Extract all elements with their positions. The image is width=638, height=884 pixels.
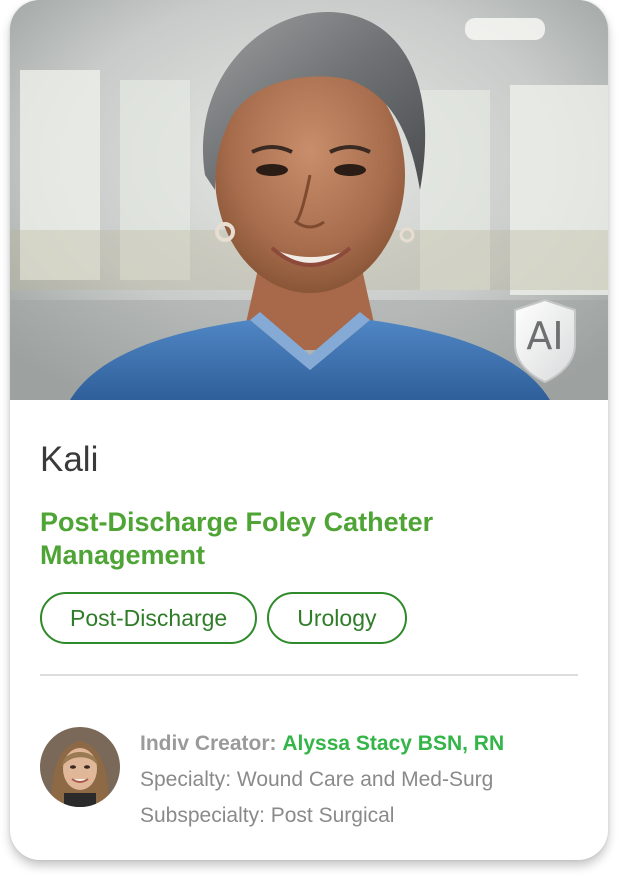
persona-card[interactable]: AI Kali Post-Discharge Foley Catheter Ma… (10, 0, 608, 860)
tag-post-discharge[interactable]: Post-Discharge (40, 592, 258, 644)
persona-name: Kali (40, 440, 99, 479)
creator-avatar[interactable] (40, 727, 120, 807)
ai-label: AI (526, 314, 564, 358)
tag-urology[interactable]: Urology (267, 592, 407, 644)
divider (40, 674, 578, 676)
tag-list: Post-Discharge Urology (40, 592, 578, 644)
ai-shield-badge: AI (512, 298, 578, 384)
creator-subspecialty: Subspecialty: Post Surgical (140, 804, 395, 827)
persona-photo: AI (10, 0, 608, 400)
creator-specialty: Specialty: Wound Care and Med-Surg (140, 768, 494, 791)
persona-title: Post-Discharge Foley Catheter Management (40, 507, 434, 570)
creator-photo-image (40, 727, 120, 807)
creator-name-link[interactable]: Alyssa Stacy BSN, RN (282, 732, 504, 755)
creator-label: Indiv Creator: (140, 732, 277, 755)
creator-section: Indiv Creator: Alyssa Stacy BSN, RN Spec… (40, 726, 578, 834)
